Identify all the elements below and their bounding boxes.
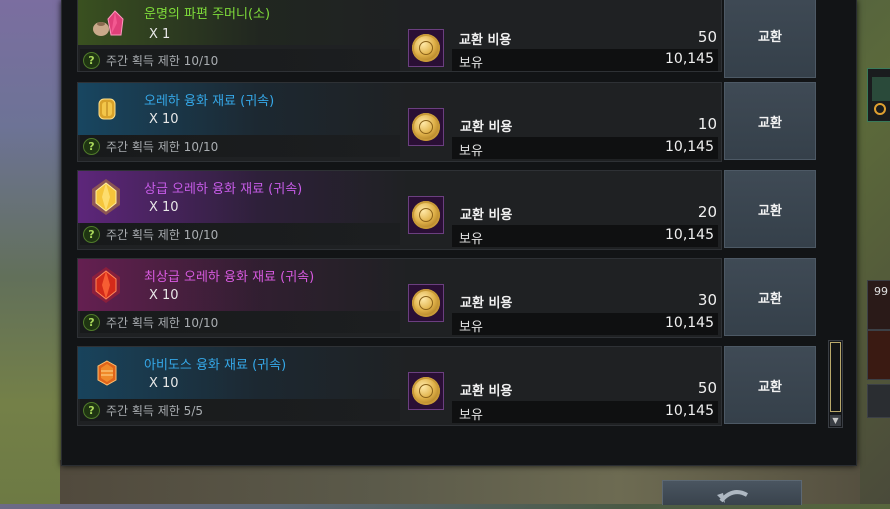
item-name: 최상급 오레하 융화 재료 (귀속) [144,270,315,285]
item-info-box: 상급 오레하 융화 재료 (귀속) X 10 ? 주간 획득 제한 10/10 … [77,170,722,250]
holding-label: 보유 [459,144,483,159]
currency-frame [408,284,444,322]
weekly-limit-bar: ? 주간 획득 제한 10/10 [80,223,400,245]
return-arrow-icon [717,490,748,503]
cost-label: 교환 비용 [460,296,513,311]
weekly-limit-bar: ? 주간 획득 제한 10/10 [80,135,400,157]
holding-label: 보유 [459,56,483,71]
cost-label: 교환 비용 [460,384,513,399]
cost-label: 교환 비용 [459,33,512,48]
exchange-button[interactable]: 교환 [724,346,816,424]
return-button[interactable] [662,480,802,505]
item-info-box: 최상급 오레하 융화 재료 (귀속) X 10 ? 주간 획득 제한 10/10… [77,258,722,338]
holding-value: 10,145 [665,227,714,243]
background-scenery-left [0,0,70,504]
item-quantity: X 10 [149,200,179,215]
weekly-limit-bar: ? 주간 획득 제한 5/5 [80,399,400,421]
item-quantity: X 10 [149,112,179,127]
slot-count-text: 99 [874,285,888,298]
item-info-box: 운명의 파편 주머니(소) X 1 ? 주간 획득 제한 10/10 교환 비용… [77,0,722,72]
holding-bar: 보유 10,145 [452,225,718,247]
weekly-limit-bar: ? 주간 획득 제한 10/10 [80,49,400,71]
scroll-down-arrow-icon[interactable]: ▼ [830,415,841,426]
weekly-limit-text: 주간 획득 제한 10/10 [106,54,219,68]
holding-bar: 보유 10,145 [452,49,718,71]
holding-value: 10,145 [665,51,714,67]
side-slot-item[interactable] [867,330,890,380]
weekly-limit-text: 주간 획득 제한 10/10 [106,228,219,242]
gold-coin-icon [412,289,440,317]
abidos-fusion-material-icon [91,357,123,389]
gold-coin-icon [412,34,440,62]
prime-oreha-fusion-material-icon [86,265,126,305]
superior-oreha-fusion-material-icon [86,177,126,217]
currency-frame [408,108,444,146]
holding-label: 보유 [459,408,483,423]
help-icon[interactable]: ? [83,402,100,419]
item-name: 아비도스 융화 재료 (귀속) [144,358,287,373]
currency-frame [408,196,444,234]
item-quantity: X 1 [149,27,171,42]
exchange-button[interactable]: 교환 [724,258,816,336]
exchange-row: 최상급 오레하 융화 재료 (귀속) X 10 ? 주간 획득 제한 10/10… [77,258,819,338]
weekly-limit-text: 주간 획득 제한 10/10 [106,140,219,154]
weekly-limit-text: 주간 획득 제한 5/5 [106,404,203,418]
exchange-row: 아비도스 융화 재료 (귀속) X 10 ? 주간 획득 제한 5/5 교환 비… [77,346,819,426]
oreha-fusion-material-icon [91,93,123,125]
holding-value: 10,145 [665,403,714,419]
exchange-button[interactable]: 교환 [724,170,816,248]
scrollbar-thumb[interactable] [830,342,841,412]
cost-value: 20 [697,203,717,221]
item-quantity: X 10 [149,376,179,391]
exchange-row: 운명의 파편 주머니(소) X 1 ? 주간 획득 제한 10/10 교환 비용… [77,0,819,78]
currency-frame [408,29,444,67]
cost-value: 30 [697,291,717,309]
exchange-shop-panel: 운명의 파편 주머니(소) X 1 ? 주간 획득 제한 10/10 교환 비용… [61,0,857,466]
exchange-row: 오레하 융화 재료 (귀속) X 10 ? 주간 획득 제한 10/10 교환 … [77,82,819,162]
item-info-box: 오레하 융화 재료 (귀속) X 10 ? 주간 획득 제한 10/10 교환 … [77,82,722,162]
holding-bar: 보유 10,145 [452,401,718,423]
holding-bar: 보유 10,145 [452,137,718,159]
cost-value: 50 [697,379,717,397]
side-slot-amulet[interactable] [867,68,890,122]
cost-label: 교환 비용 [460,208,513,223]
item-name: 운명의 파편 주머니(소) [144,7,271,22]
cost-value: 50 [697,28,717,46]
weekly-limit-text: 주간 획득 제한 10/10 [106,316,219,330]
holding-label: 보유 [459,232,483,247]
cost-label: 교환 비용 [460,120,513,135]
help-icon[interactable]: ? [83,138,100,155]
gold-coin-icon [412,201,440,229]
help-icon[interactable]: ? [83,52,100,69]
gold-coin-icon [412,377,440,405]
side-slot-empty[interactable] [867,384,890,418]
exchange-row: 상급 오레하 융화 재료 (귀속) X 10 ? 주간 획득 제한 10/10 … [77,170,819,250]
currency-frame [408,372,444,410]
item-name: 상급 오레하 융화 재료 (귀속) [144,182,303,197]
shard-pouch-icon [91,7,124,39]
exchange-button[interactable]: 교환 [724,0,816,78]
item-quantity: X 10 [149,288,179,303]
help-icon[interactable]: ? [83,226,100,243]
cost-value: 10 [697,115,717,133]
holding-bar: 보유 10,145 [452,313,718,335]
amulet-icon [872,77,890,115]
exchange-button[interactable]: 교환 [724,82,816,160]
item-name: 오레하 융화 재료 (귀속) [144,94,275,109]
side-slot-count[interactable]: 99 [867,280,890,330]
side-panel: 99 [857,0,890,504]
gold-coin-icon [412,113,440,141]
holding-value: 10,145 [665,315,714,331]
weekly-limit-bar: ? 주간 획득 제한 10/10 [80,311,400,333]
list-scrollbar[interactable]: ▼ [828,340,843,428]
help-icon[interactable]: ? [83,314,100,331]
item-info-box: 아비도스 융화 재료 (귀속) X 10 ? 주간 획득 제한 5/5 교환 비… [77,346,722,426]
holding-value: 10,145 [665,139,714,155]
holding-label: 보유 [459,320,483,335]
